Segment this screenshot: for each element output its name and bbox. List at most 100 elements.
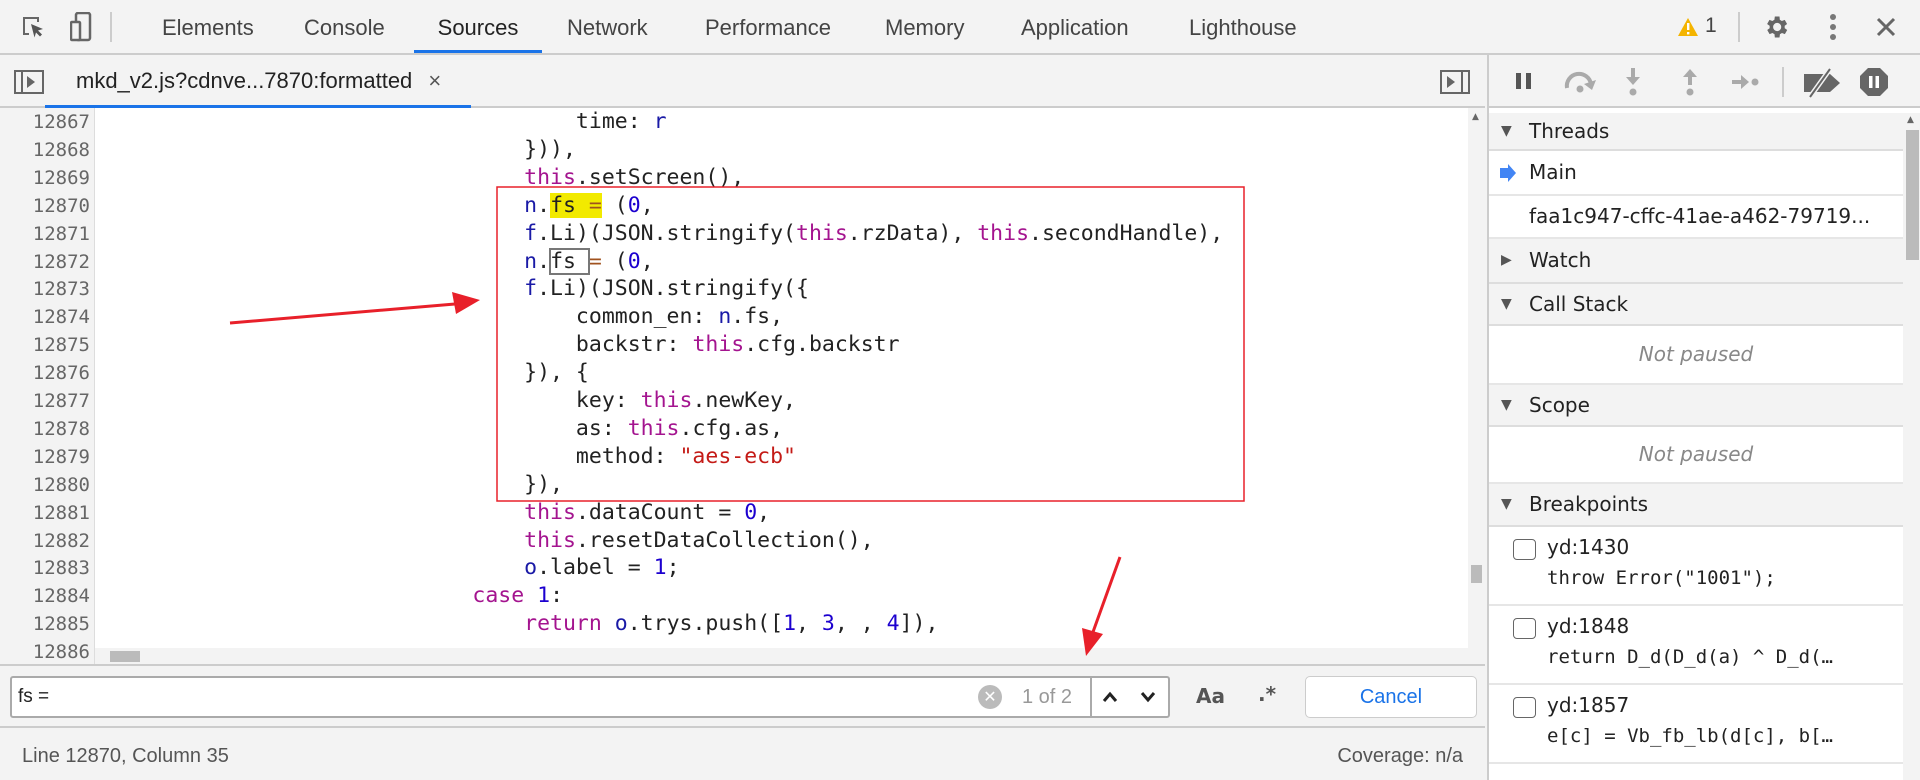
tab-application[interactable]: Application [1019,0,1131,53]
inspect-element-icon[interactable] [20,14,46,40]
scroll-up-icon[interactable]: ▲ [1907,115,1914,125]
deactivate-breakpoints-icon[interactable] [1802,68,1842,98]
code-line[interactable]: key: this.newKey, [97,387,796,415]
sidebar-scrollbar[interactable]: ▲ [1903,113,1920,780]
code-line[interactable]: f.Li)(JSON.stringify(this.rzData), this.… [97,220,1223,248]
warning-count[interactable]: 1 [1705,14,1717,38]
step-icon[interactable] [1731,72,1761,92]
scroll-up-icon[interactable]: ▲ [1472,112,1479,122]
close-devtools-icon[interactable] [1876,17,1896,37]
search-field[interactable]: fs = ✕ 1 of 2 [10,676,1170,718]
code-line[interactable]: this.resetDataCollection(), [97,527,874,555]
code-line[interactable]: time: r [97,108,667,136]
line-number[interactable]: 12884 [0,582,90,610]
breakpoints-section-header[interactable]: ▼ Breakpoints [1489,484,1903,527]
previous-match-icon[interactable] [1102,690,1118,704]
line-number[interactable]: 12868 [0,136,90,164]
device-toolbar-icon[interactable] [70,12,92,42]
code-editor[interactable]: 12867 12868 12869 12870 12871 12872 12873 12874… [0,108,1485,664]
tab-elements[interactable]: Elements [160,0,256,53]
regex-button[interactable]: .* [1258,682,1276,706]
clear-search-icon[interactable]: ✕ [978,685,1002,709]
breakpoint-location[interactable]: yd:1430 [1547,535,1629,559]
line-number[interactable]: 12882 [0,527,90,555]
code-line[interactable]: return o.trys.push([1, 3, , 4]), [97,610,938,638]
code-line[interactable]: f.Li)(JSON.stringify({ [97,275,809,303]
breakpoint-checkbox[interactable] [1513,618,1536,639]
vertical-scrollbar[interactable]: ▲ [1468,108,1485,648]
breakpoint-item[interactable]: yd:1430 throw Error("1001"); [1489,527,1903,606]
breakpoint-location[interactable]: yd:1857 [1547,693,1629,717]
line-number[interactable]: 12870 [0,192,90,220]
code-line[interactable]: n.fs = (0, [97,247,654,276]
line-number[interactable]: 12875 [0,331,90,359]
step-out-icon[interactable] [1680,67,1700,97]
code-line[interactable]: method: "aes-ecb" [97,443,796,471]
divider [1090,678,1092,716]
code-line[interactable]: as: this.cfg.as, [97,415,783,443]
code-line[interactable]: this.setScreen(), [97,164,744,192]
code-line[interactable]: backstr: this.cfg.backstr [97,331,900,359]
scope-section-header[interactable]: ▼ Scope [1489,385,1903,427]
step-into-icon[interactable] [1623,67,1643,97]
breakpoint-item[interactable]: yd:1848 return D_d(D_d(a) ^ D_d(… [1489,606,1903,685]
code-line[interactable]: case 1: [97,582,563,610]
tab-performance[interactable]: Performance [703,0,833,53]
line-number[interactable]: 12886 [0,638,90,664]
breakpoint-location[interactable]: yd:1848 [1547,614,1629,638]
line-number[interactable]: 12880 [0,471,90,499]
next-match-icon[interactable] [1140,690,1156,704]
breakpoint-checkbox[interactable] [1513,539,1536,560]
line-number[interactable]: 12873 [0,275,90,303]
thread-main[interactable]: Main [1489,151,1903,196]
line-number[interactable]: 12881 [0,499,90,527]
match-case-button[interactable]: Aa [1196,684,1225,708]
close-tab-icon[interactable]: × [428,68,441,93]
tab-console[interactable]: Console [302,0,387,53]
settings-gear-icon[interactable] [1762,13,1790,41]
toggle-navigator-icon[interactable] [14,70,44,94]
more-options-icon[interactable] [1826,13,1840,41]
line-number[interactable]: 12883 [0,554,90,582]
step-over-icon[interactable] [1563,70,1599,94]
tab-sources[interactable]: Sources [414,0,542,53]
code-line[interactable]: }), [97,471,563,499]
thread-worker[interactable]: faa1c947-cffc-41ae-a462-79719... [1489,196,1903,239]
line-number[interactable]: 12876 [0,359,90,387]
breakpoint-item[interactable]: yd:1857 e[c] = Vb_fb_lb(d[c], b[… [1489,685,1903,764]
line-number[interactable]: 12877 [0,387,90,415]
tab-lighthouse[interactable]: Lighthouse [1187,0,1299,53]
line-number[interactable]: 12879 [0,443,90,471]
scroll-thumb[interactable] [1471,565,1482,583]
warning-icon[interactable] [1677,17,1699,37]
coverage-status[interactable]: Coverage: n/a [1337,745,1463,768]
watch-section-header[interactable]: ▶ Watch [1489,239,1903,284]
line-number[interactable]: 12874 [0,303,90,331]
line-number[interactable]: 12869 [0,164,90,192]
search-input[interactable]: fs = [18,686,49,708]
breakpoint-checkbox[interactable] [1513,697,1536,718]
scroll-thumb[interactable] [1906,130,1919,260]
code-line[interactable]: }), { [97,359,589,387]
pause-on-exceptions-icon[interactable] [1859,67,1889,97]
file-tab[interactable]: mkd_v2.js?cdnve...7870:formatted × [45,55,471,108]
code-line[interactable]: this.dataCount = 0, [97,499,770,527]
code-line[interactable]: common_en: n.fs, [97,303,783,331]
threads-section-header[interactable]: ▼ Threads [1489,113,1903,151]
scroll-thumb[interactable] [110,651,140,662]
line-number[interactable]: 12885 [0,610,90,638]
line-number[interactable]: 12867 [0,108,90,136]
code-line[interactable]: n.fs = (0, [97,192,654,220]
cancel-button[interactable]: Cancel [1305,676,1477,718]
code-line[interactable]: })), [97,136,576,164]
call-stack-section-header[interactable]: ▼ Call Stack [1489,284,1903,326]
code-line[interactable]: o.label = 1; [97,554,679,582]
line-number[interactable]: 12871 [0,220,90,248]
toggle-debugger-icon[interactable] [1440,70,1470,94]
line-number[interactable]: 12872 [0,248,90,276]
tab-memory[interactable]: Memory [883,0,966,53]
pause-icon[interactable] [1514,71,1534,91]
horizontal-scrollbar[interactable] [95,648,1485,664]
tab-network[interactable]: Network [565,0,650,53]
line-number[interactable]: 12878 [0,415,90,443]
